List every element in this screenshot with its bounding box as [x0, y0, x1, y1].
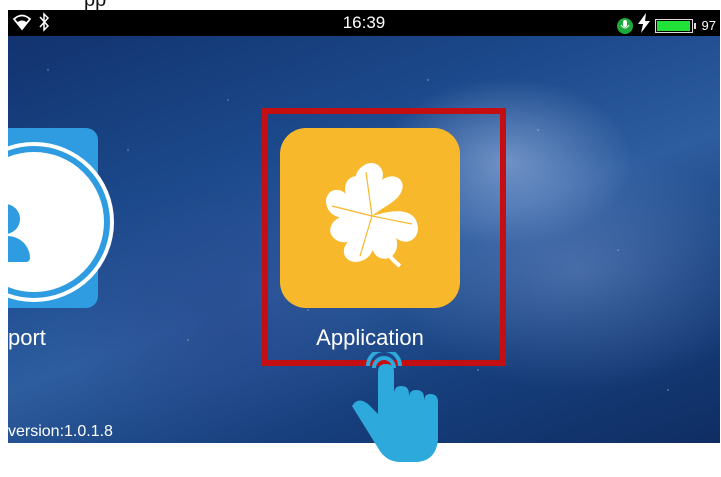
status-bar: 16:39 97	[8, 10, 720, 36]
mic-icon	[616, 17, 633, 34]
status-time: 16:39	[342, 13, 386, 32]
version-label: version:1.0.1.8	[8, 423, 113, 440]
tap-hand-icon	[338, 348, 448, 472]
remote-support-app-icon[interactable]: note port	[8, 128, 110, 308]
battery-icon	[654, 18, 693, 33]
remote-support-app-label[interactable]: port	[8, 325, 46, 351]
remote-icon-ring: note port	[8, 146, 110, 298]
charging-icon	[637, 13, 651, 38]
highlight-frame	[262, 108, 506, 366]
battery-level: 97	[701, 18, 716, 33]
battery-tip	[693, 22, 696, 29]
person-icon-body	[8, 236, 30, 262]
person-icon-head	[8, 204, 20, 234]
battery-fill	[656, 20, 690, 31]
top-caption-strip: pp	[0, 0, 721, 11]
